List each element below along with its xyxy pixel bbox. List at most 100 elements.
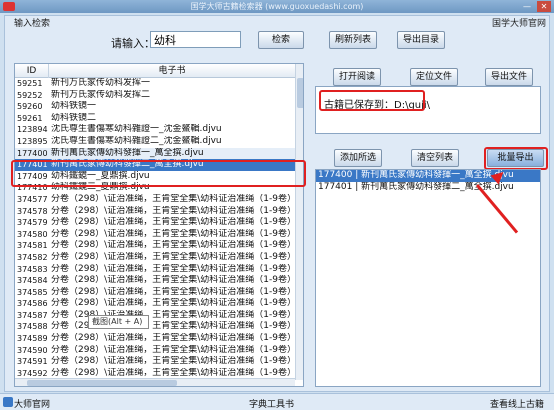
row-id: 374577 <box>17 194 48 204</box>
row-book-title: 分卷（298）\证治准绳，王肯堂全集\幼科证治准绳（1-9卷）\幼科证 <box>51 298 295 309</box>
row-book-title: 新刊万氏家传幼科发挥二 <box>51 89 151 100</box>
table-row[interactable]: 374581分卷（298）\证治准绳，王肯堂全集\幼科证治准绳（1-9卷）\幼科… <box>15 240 295 252</box>
row-id: 374579 <box>17 218 48 228</box>
row-book-title: 分卷（298）\证治准绳，王肯堂全集\幼科证治准绳（1-9卷）\幼科证 <box>51 217 295 228</box>
results-list[interactable]: ID 电子书 59251 新刊万氏家传幼科发挥一 59252 新刊万氏家传幼科发挥二 5… <box>14 63 304 387</box>
table-row[interactable]: 59260 幼科铁镜一 <box>15 101 295 113</box>
table-row[interactable]: 59251 新刊万氏家传幼科发挥一 <box>15 78 295 90</box>
results-rows: 59251 新刊万氏家传幼科发挥一 59252 新刊万氏家传幼科发挥二 59260 幼科铁… <box>15 78 295 380</box>
scroll-thumb[interactable] <box>297 78 303 108</box>
row-book-title: 分卷（298）\证治准绳，王肯堂全集\幼科证治准绳（1-9卷）\幼科证 <box>51 344 295 355</box>
search-button[interactable]: 检索 <box>258 31 304 49</box>
row-id: 59251 <box>17 79 43 88</box>
row-book-title: 沈氏尊生書傷寒幼科雜證二_沈金鰲輯.djvu <box>51 135 222 146</box>
highlight-box-selected-rows <box>11 160 306 187</box>
status-dictionary-link[interactable]: 字典工具书 <box>249 397 294 410</box>
table-row[interactable]: 374577分卷（298）\证治准绳，王肯堂全集\幼科证治准绳（1-9卷）\幼科… <box>15 194 295 206</box>
table-row[interactable]: 123895 沈氏尊生書傷寒幼科雜證二_沈金鰲輯.djvu <box>15 136 295 148</box>
row-id: 59261 <box>17 113 43 123</box>
row-book-title: 分卷（298）\证治准绳，王肯堂全集\幼科证治准绳（1-9卷）\幼科证 <box>51 193 295 204</box>
row-id: 59252 <box>17 90 43 100</box>
site-logo-icon <box>3 397 13 407</box>
table-row[interactable]: 374590分卷（298）\证治准绳，王肯堂全集\幼科证治准绳（1-9卷）\幼科… <box>15 345 295 357</box>
row-book-title: 分卷（298）\证治准绳，王肯堂全集\幼科证治准绳（1-9卷）\幼科证 <box>51 333 295 344</box>
batch-list[interactable]: 177400 | 新刊萬氏家傳幼科發揮一_萬全撰.djvu 177401 | 新… <box>315 169 541 387</box>
search-group-label: 输入检索 <box>14 19 51 29</box>
row-id: 374591 <box>17 357 48 367</box>
row-book-title: 新刊万氏家传幼科发挥一 <box>51 78 151 88</box>
horizontal-scrollbar[interactable] <box>15 378 295 386</box>
table-row[interactable]: 374585分卷（298）\证治准绳，王肯堂全集\幼科证治准绳（1-9卷）\幼科… <box>15 287 295 299</box>
export-file-button[interactable]: 导出文件 <box>485 68 533 86</box>
minimize-button[interactable]: — <box>520 1 534 12</box>
row-id: 374584 <box>17 276 48 286</box>
row-id: 374583 <box>17 264 48 274</box>
highlight-box-batch-export <box>484 147 548 170</box>
app-icon <box>3 2 15 11</box>
results-header: ID 电子书 <box>15 64 295 78</box>
table-row[interactable]: 374578分卷（298）\证治准绳，王肯堂全集\幼科证治准绳（1-9卷）\幼科… <box>15 206 295 218</box>
screenshot-tooltip: 截图(Alt + A) <box>88 315 149 329</box>
export-directory-button[interactable]: 导出目录 <box>397 31 445 49</box>
table-row[interactable]: 374584分卷（298）\证治准绳，王肯堂全集\幼科证治准绳（1-9卷）\幼科… <box>15 275 295 287</box>
row-book-title: 分卷（298）\证治准绳，王肯堂全集\幼科证治准绳（1-9卷）\幼科证 <box>51 263 295 274</box>
table-row[interactable]: 374587分卷（298）\证治准绳，王肯堂全集\幼科证治准绳（1-9卷）\幼科… <box>15 310 295 322</box>
refresh-list-button[interactable]: 刷新列表 <box>329 31 377 49</box>
row-book-title: 分卷（298）\证治准绳，王肯堂全集\幼科证治准绳（1-9卷）\幼科证 <box>51 275 295 286</box>
table-row[interactable]: 374579分卷（298）\证治准绳，王肯堂全集\幼科证治准绳（1-9卷）\幼科… <box>15 217 295 229</box>
row-book-title: 幼科铁镜二 <box>51 112 97 123</box>
official-site-link[interactable]: 国学大师官网 <box>492 16 546 29</box>
table-row[interactable]: 59252 新刊万氏家传幼科发挥二 <box>15 90 295 102</box>
column-header-book[interactable]: 电子书 <box>49 64 295 78</box>
row-id: 374581 <box>17 241 48 251</box>
row-book-title: 分卷（298）\证治准绳，王肯堂全集\幼科证治准绳（1-9卷）\幼科证 <box>51 251 295 262</box>
locate-file-button[interactable]: 定位文件 <box>410 68 458 86</box>
table-row[interactable]: 59261 幼科铁镜二 <box>15 113 295 125</box>
status-online-books-link[interactable]: 查看线上古籍 <box>490 397 544 410</box>
row-id: 374589 <box>17 334 48 344</box>
row-id: 374586 <box>17 299 48 309</box>
row-id: 374587 <box>17 310 48 320</box>
row-book-title: 分卷（298）\证治准绳，王肯堂全集\幼科证治准绳（1-9卷）\幼科证 <box>51 286 295 297</box>
row-book-title: 新刊萬氏家傳幼科發揮一_萬全撰.djvu <box>51 147 204 158</box>
table-row[interactable]: 374588分卷（298）\证治准绳，王肯堂全集\幼科证治准绳（1-9卷）\幼科… <box>15 321 295 333</box>
scroll-thumb-horizontal[interactable] <box>27 380 177 386</box>
row-book-title: 沈氏尊生書傷寒幼科雜證一_沈金鰲輯.djvu <box>51 124 222 135</box>
table-row[interactable]: 374580分卷（298）\证治准绳，王肯堂全集\幼科证治准绳（1-9卷）\幼科… <box>15 229 295 241</box>
table-row[interactable]: 374582分卷（298）\证治准绳，王肯堂全集\幼科证治准绳（1-9卷）\幼科… <box>15 252 295 264</box>
row-book-title: 幼科铁镜一 <box>51 101 97 112</box>
search-input-label: 请输入： <box>111 37 155 50</box>
table-row[interactable]: 374591分卷（298）\证治准绳，王肯堂全集\幼科证治准绳（1-9卷）\幼科… <box>15 356 295 368</box>
row-book-title: 分卷（298）\证治准绳，王肯堂全集\幼科证治准绳（1-9卷）\幼科证 <box>51 240 295 251</box>
table-row[interactable]: 123894 沈氏尊生書傷寒幼科雜證一_沈金鰲輯.djvu <box>15 124 295 136</box>
add-selected-button[interactable]: 添加所选 <box>334 149 382 167</box>
row-id: 374582 <box>17 252 48 262</box>
row-book-title: 分卷（298）\证治准绳，王肯堂全集\幼科证治准绳（1-9卷）\幼科证 <box>51 228 295 239</box>
row-id: 374590 <box>17 345 48 355</box>
close-button[interactable]: ✕ <box>537 1 551 12</box>
clear-list-button[interactable]: 清空列表 <box>411 149 459 167</box>
status-official-site-link[interactable]: 大师官网 <box>14 397 50 410</box>
table-row[interactable]: 177400 新刊萬氏家傳幼科發揮一_萬全撰.djvu <box>15 147 295 160</box>
row-id: 374585 <box>17 287 48 297</box>
row-book-title: 分卷（298）\证治准绳，王肯堂全集\幼科证治准绳（1-9卷）\幼科证 <box>51 356 295 367</box>
highlight-box-save-path <box>319 90 425 111</box>
column-header-id[interactable]: ID <box>15 64 49 78</box>
row-id: 123895 <box>17 136 48 146</box>
open-read-button[interactable]: 打开阅读 <box>333 68 381 86</box>
row-id: 374588 <box>17 322 48 332</box>
search-input[interactable] <box>150 31 241 48</box>
row-id: 374578 <box>17 206 48 216</box>
status-bar: 大师官网 字典工具书 查看线上古籍 <box>0 393 554 410</box>
table-row[interactable]: 374586分卷（298）\证治准绳，王肯堂全集\幼科证治准绳（1-9卷）\幼科… <box>15 298 295 310</box>
vertical-scrollbar[interactable] <box>295 64 303 380</box>
row-id: 59260 <box>17 102 43 112</box>
batch-list-item[interactable]: 177401 | 新刊萬氏家傳幼科發揮二_萬全撰.djvu <box>316 182 540 194</box>
row-id: 177400 <box>17 148 48 158</box>
title-bar: 国学大师古籍检索器 (www.guoxuedashi.com) — ✕ <box>0 0 554 13</box>
window-title: 国学大师古籍检索器 (www.guoxuedashi.com) <box>190 2 364 11</box>
table-row[interactable]: 374583分卷（298）\证治准绳，王肯堂全集\幼科证治准绳（1-9卷）\幼科… <box>15 264 295 276</box>
row-id: 123894 <box>17 125 48 135</box>
row-id: 374580 <box>17 229 48 239</box>
table-row[interactable]: 374589分卷（298）\证治准绳，王肯堂全集\幼科证治准绳（1-9卷）\幼科… <box>15 333 295 345</box>
